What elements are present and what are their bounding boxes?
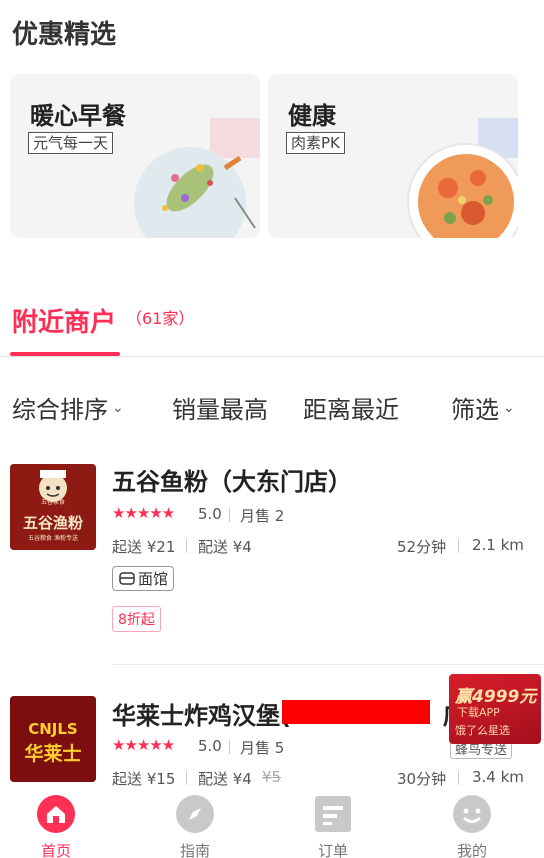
- chevron-down-icon: ⌄: [503, 399, 515, 416]
- breakfast-dish-image: [134, 118, 260, 238]
- separator: [186, 539, 187, 553]
- order-icon: [315, 796, 351, 832]
- divider: [0, 356, 544, 357]
- filter-sort[interactable]: 综合排序 ⌄: [12, 390, 124, 425]
- discount-badge: 8折起: [112, 606, 161, 632]
- filter-more-label: 筛选: [451, 396, 499, 424]
- shop-item-wugu[interactable]: 五谷渔粉 五谷家食 五谷粮食 渔粉专送 五谷鱼粉（大东门店） ★★★★★ 5.0…: [0, 462, 544, 662]
- delivery-fee: 配送 ¥4: [198, 770, 252, 788]
- promo-card-breakfast[interactable]: 暖心早餐 元气每一天: [10, 74, 260, 238]
- separator: [229, 508, 230, 522]
- tab-label: 首页: [40, 842, 71, 858]
- redaction-bar: [282, 700, 430, 724]
- filter-sales-label: 销量最高: [172, 396, 268, 424]
- delivery-time: 52分钟: [397, 538, 447, 556]
- category-label: 面馆: [138, 570, 169, 588]
- shop-name-head: 华莱士炸鸡汉堡(: [112, 702, 291, 730]
- monthly-sales: 月售 2: [240, 507, 285, 525]
- filter-distance[interactable]: 距离最近: [303, 390, 399, 425]
- promo-card-health[interactable]: 健康 肉素PK: [268, 74, 518, 238]
- filter-distance-label: 距离最近: [303, 396, 399, 424]
- promo-title: 健康: [288, 102, 336, 130]
- delivery-fee: 配送 ¥4: [198, 538, 252, 556]
- chevron-down-icon: ⌄: [112, 399, 124, 416]
- health-dish-image: [407, 118, 518, 238]
- featured-title: 优惠精选: [12, 20, 117, 50]
- floating-ad-banner[interactable]: 赢4999元 下载APP 饿了么星选: [449, 674, 541, 744]
- tab-label: 订单: [317, 842, 348, 858]
- tab-home[interactable]: 首页: [16, 788, 96, 858]
- ad-subline: 下载APP: [457, 706, 500, 719]
- rating-stars: ★★★★★: [112, 504, 175, 522]
- logo-top-text: CNJLS: [28, 720, 78, 738]
- rating-stars: ★★★★★: [112, 736, 175, 754]
- shop-logo: CNJLS 华莱士: [10, 696, 96, 782]
- distance: 2.1 km: [472, 536, 524, 554]
- min-order: 起送 ¥21: [112, 538, 176, 556]
- nearby-title[interactable]: 附近商户: [12, 302, 116, 339]
- filter-sales[interactable]: 销量最高: [172, 390, 268, 425]
- separator: [458, 539, 459, 553]
- delivery-time: 30分钟: [397, 770, 447, 788]
- noodle-bowl-icon: [119, 571, 135, 585]
- tab-label: 我的: [456, 842, 487, 858]
- shop-logo: 五谷渔粉 五谷家食 五谷粮食 渔粉专送: [10, 464, 96, 550]
- compass-icon: [176, 795, 214, 833]
- monthly-sales: 月售 5: [240, 739, 285, 757]
- min-order: 起送 ¥15: [112, 770, 176, 788]
- separator: [229, 740, 230, 754]
- category-tag: 面馆: [112, 566, 175, 591]
- tab-profile[interactable]: 我的: [432, 788, 512, 858]
- tab-label: 指南: [179, 842, 210, 858]
- profile-icon: [453, 795, 491, 833]
- logo-sub-text: 五谷粮食 渔粉专送: [28, 534, 78, 542]
- separator: [186, 771, 187, 785]
- tab-guide[interactable]: 指南: [155, 788, 235, 858]
- bottom-tab-bar: 首页 指南 订单 我的: [0, 788, 544, 858]
- promo-tag: 元气每一天: [28, 132, 114, 154]
- filter-more[interactable]: 筛选 ⌄: [451, 390, 515, 425]
- rating-value: 5.0: [198, 505, 222, 523]
- nearby-count: （61家）: [126, 309, 195, 328]
- ad-brand: 饿了么星选: [455, 724, 510, 737]
- promo-title: 暖心早餐: [30, 102, 126, 130]
- separator: [458, 771, 459, 785]
- shop-name: 五谷鱼粉（大东门店）: [112, 468, 352, 496]
- shop-divider: [112, 664, 544, 665]
- distance: 3.4 km: [472, 768, 524, 786]
- original-delivery-fee: ¥5: [262, 768, 282, 786]
- tab-orders[interactable]: 订单: [293, 788, 373, 858]
- logo-main-text: 华莱士: [24, 742, 81, 765]
- home-icon: [37, 795, 75, 833]
- promo-tag: 肉素PK: [286, 132, 345, 154]
- rating-value: 5.0: [198, 737, 222, 755]
- filter-sort-label: 综合排序: [12, 396, 108, 424]
- logo-top-text: 五谷家食: [41, 498, 65, 506]
- logo-main-text: 五谷渔粉: [23, 514, 83, 532]
